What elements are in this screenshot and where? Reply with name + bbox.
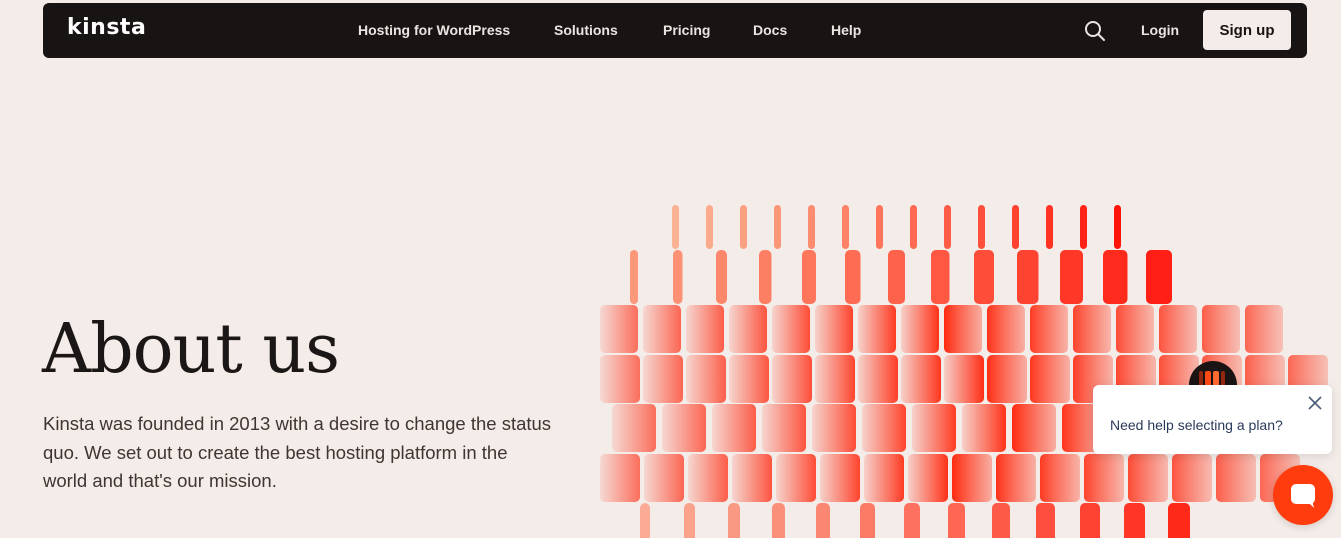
kinsta-logo[interactable]: kinsta xyxy=(67,15,146,40)
page-title: About us xyxy=(42,310,340,389)
nav-item-solutions[interactable]: Solutions xyxy=(554,22,618,38)
nav-item-hosting-for-wordpress[interactable]: Hosting for WordPress xyxy=(358,22,510,38)
nav-item-docs[interactable]: Docs xyxy=(753,22,787,38)
chat-message: Need help selecting a plan? xyxy=(1110,417,1283,433)
login-link[interactable]: Login xyxy=(1141,22,1179,38)
chat-popup[interactable]: Need help selecting a plan? xyxy=(1093,385,1332,454)
nav-item-pricing[interactable]: Pricing xyxy=(663,22,710,38)
chat-bubble-icon xyxy=(1291,484,1315,508)
chat-launcher-button[interactable] xyxy=(1273,465,1333,525)
close-icon[interactable] xyxy=(1307,395,1323,411)
nav-item-help[interactable]: Help xyxy=(831,22,861,38)
hero-description: Kinsta was founded in 2013 with a desire… xyxy=(43,413,552,491)
signup-button[interactable]: Sign up xyxy=(1203,10,1291,50)
search-icon[interactable] xyxy=(1084,20,1106,42)
top-navigation: kinsta Hosting for WordPress Solutions P… xyxy=(43,3,1307,58)
